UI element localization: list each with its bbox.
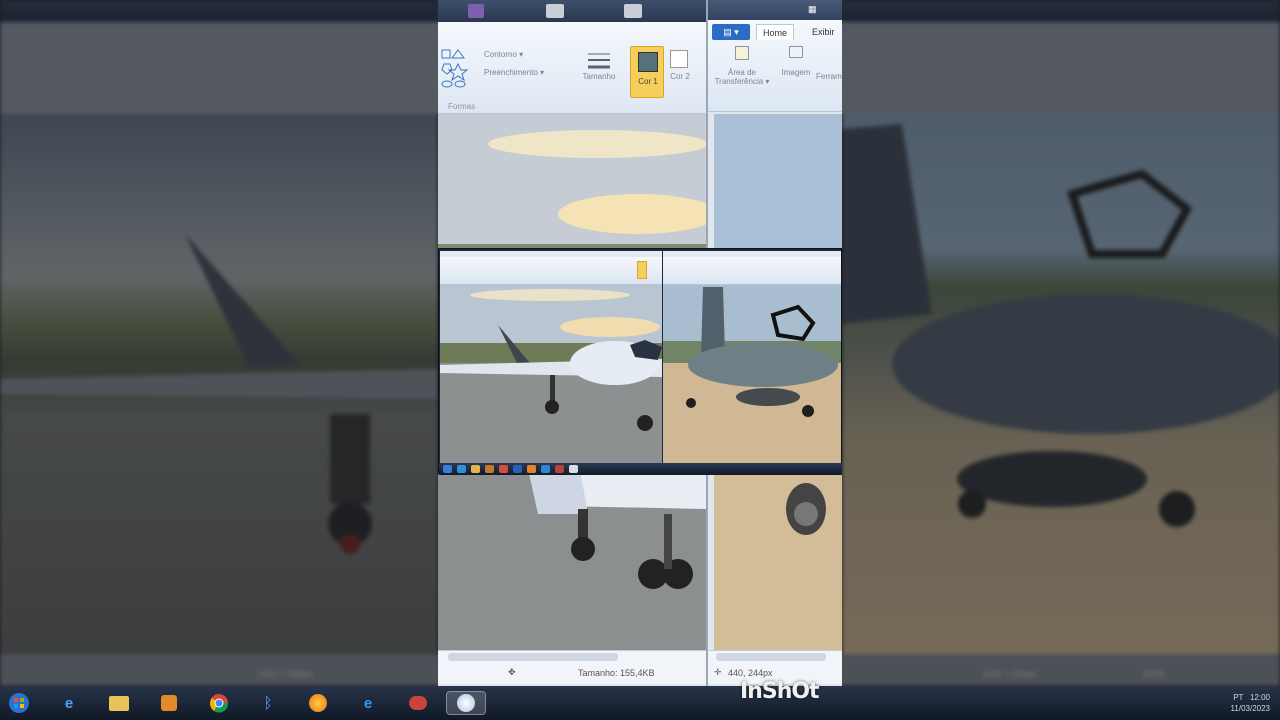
cursor-position-icon: ✛ [714,667,722,677]
nested-cor1-button [637,261,647,279]
file-menu-button[interactable]: ▤ ▾ [712,24,750,40]
preenchimento-label: Preenchimento ▾ [484,68,545,77]
titlebar: ▦ [708,0,842,20]
tamanho-label: Tamanho [582,72,616,81]
bluetooth-icon[interactable]: ᛒ [255,691,281,715]
media-icon[interactable] [156,691,182,715]
nested-screenshot [438,248,842,475]
tray-time: 12:00 [1249,693,1270,702]
area-transferencia-button[interactable]: Área de Transferência ▾ [712,46,772,86]
nested-jet-image-left [440,285,662,463]
bg-left-jet-silhouette [0,234,438,554]
nested-paint-icon [569,465,578,473]
imagem-button[interactable]: Imagem [778,46,814,77]
cor2-label: Cor 2 [670,72,690,81]
formas-group-label: Formas [448,102,476,111]
tab-home[interactable]: Home [756,24,795,40]
ie-icon[interactable]: e [56,691,82,715]
nested-paint-right [663,251,841,463]
horizontal-scrollbar[interactable] [716,653,826,661]
edge-icon[interactable]: e [355,691,381,715]
nested-media-icon [485,465,494,473]
contorno-label: Contorno ▾ [484,50,524,59]
cursor-coords-label: 440, 244px [728,668,773,678]
cor2-swatch[interactable] [670,50,688,68]
cor1-label: Cor 1 [638,77,658,86]
cor1-swatch [638,52,658,72]
inshot-watermark: InShOt [740,679,820,704]
nested-ribbon [663,257,841,285]
nested-ribbon [440,257,662,285]
cor1-button[interactable]: Cor 1 [630,46,664,98]
nested-paint-left [440,251,662,463]
nested-edge-icon [541,465,550,473]
nested-start-icon [443,465,452,473]
ferramentas-label[interactable]: Ferramentas [816,72,842,81]
paint-icon[interactable] [446,691,486,715]
screen: 1023 × 584px 1024 × 584px 100% [0,0,1280,720]
windows-start-icon[interactable] [6,691,32,715]
image-icon [789,46,803,58]
chrome-icon[interactable] [204,691,234,715]
system-tray[interactable]: PT 12:00 11/03/2023 [1231,692,1270,714]
ribbon: Contorno ▾ Preenchimento ▾ Formas Tamanh… [438,22,706,114]
file-size-label: Tamanho: 155,4KB [578,668,655,678]
tamanho-button[interactable]: Tamanho [582,50,616,81]
nested-firefox-icon [527,465,536,473]
bg-left-jet-image: 1023 × 584px [0,114,438,679]
nested-app-icon [555,465,564,473]
line-size-icon [588,53,610,69]
ribbon: ▤ ▾ Home Exibir Área de Transferência ▾ … [708,20,842,112]
nested-bluetooth-icon [513,465,522,473]
nested-taskbar [439,463,842,475]
preenchimento-button[interactable]: Preenchimento ▾ [484,68,544,77]
tray-date: 11/03/2023 [1230,704,1270,713]
tray-lang: PT [1233,693,1244,702]
move-icon: ✥ [508,667,516,677]
folder-icon[interactable] [106,691,132,715]
nested-ie-icon [457,465,466,473]
bg-right-jet-silhouette [842,124,1280,527]
area-transferencia-label: Área de Transferência ▾ [714,68,770,86]
titlebar [438,0,706,22]
firefox-icon[interactable] [305,691,331,715]
horizontal-scrollbar[interactable] [448,653,618,661]
app-icon[interactable] [405,691,431,715]
contorno-button[interactable]: Contorno ▾ [484,50,523,59]
imagem-label: Imagem [781,68,811,77]
window-title-icon: ▦ [808,4,817,14]
nested-folder-icon [471,465,480,473]
bg-right-jet-image: 1024 × 584px 100% [842,114,1280,679]
clipboard-icon [735,46,749,60]
shapes-gallery[interactable] [440,48,476,88]
app-thumb-icon[interactable] [624,4,642,18]
tab-exibir[interactable]: Exibir [806,24,841,40]
statusbar-left: ✥ Tamanho: 155,4KB [438,650,706,684]
nested-chrome-icon [499,465,508,473]
app-thumb-icon[interactable] [468,4,484,18]
center-composite: Contorno ▾ Preenchimento ▾ Formas Tamanh… [438,0,842,686]
nested-jet-image-right [663,285,841,463]
taskbar: e ᛒ e PT 12:00 11/03/2023 [0,686,1280,720]
app-thumb-icon[interactable] [546,4,564,18]
